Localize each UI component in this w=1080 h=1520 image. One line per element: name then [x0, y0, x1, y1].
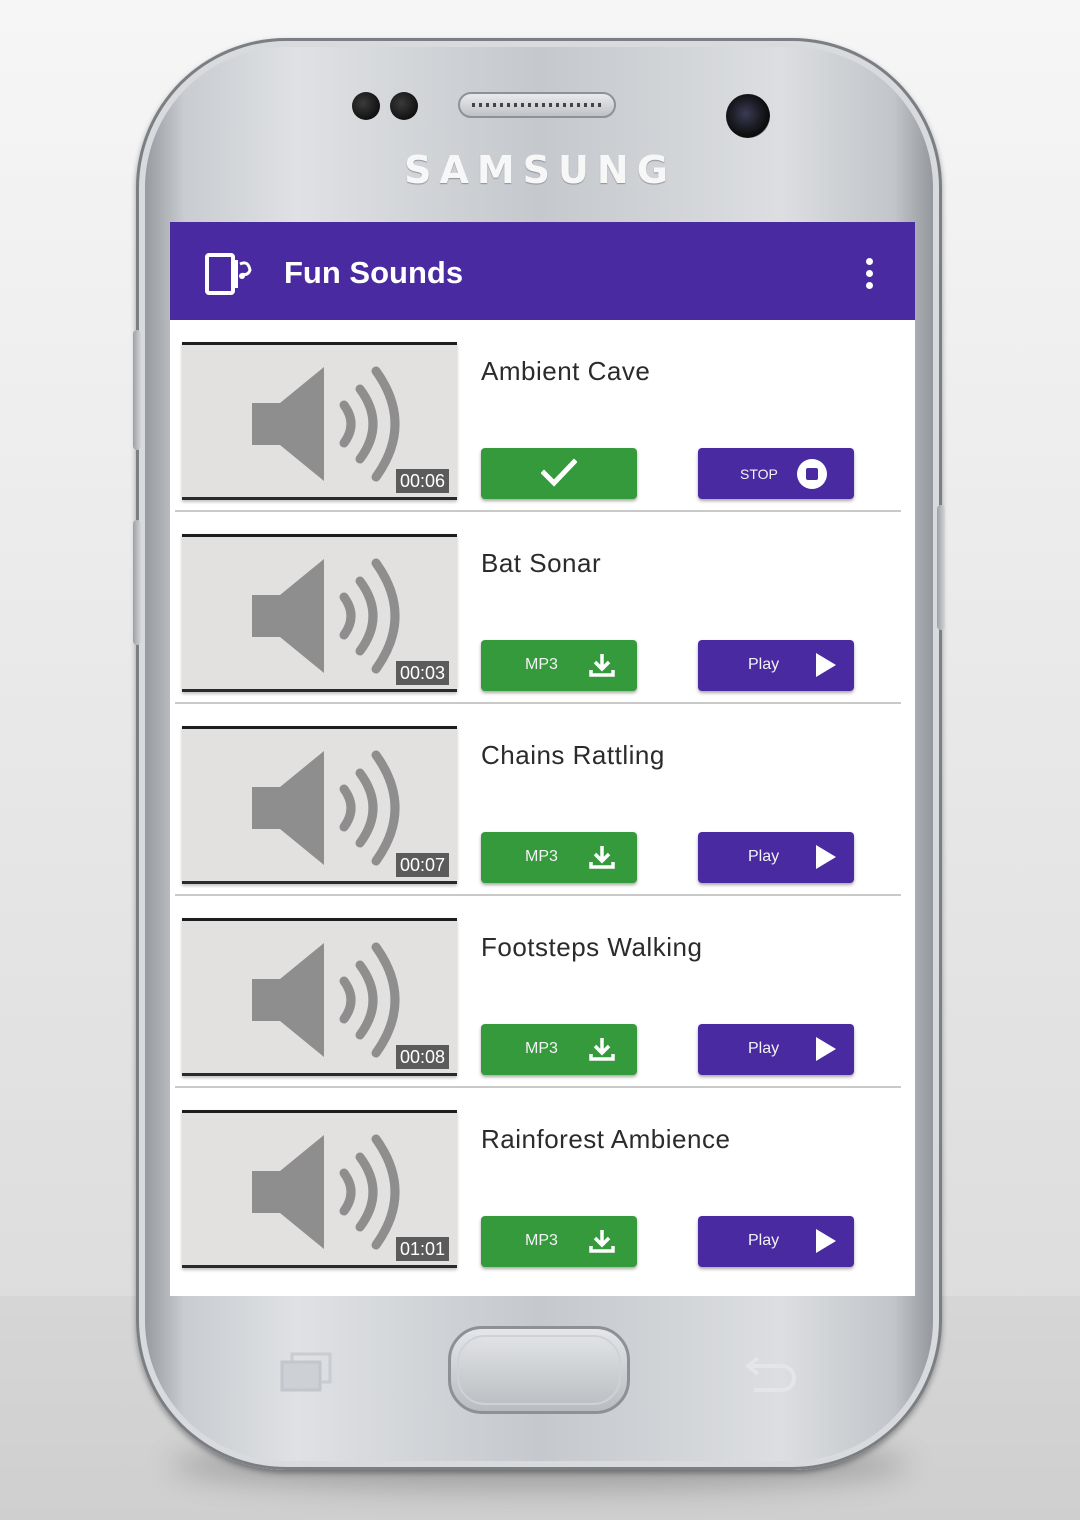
play-icon	[816, 653, 836, 677]
play-label: Play	[748, 1040, 780, 1057]
play-label: Play	[748, 848, 780, 865]
play-icon	[816, 1037, 836, 1061]
sound-title: Ambient Cave	[481, 356, 651, 386]
power-button[interactable]	[937, 505, 945, 630]
play-button[interactable]: Play	[698, 1216, 854, 1267]
play-label: Play	[748, 656, 780, 673]
download-icon	[589, 846, 615, 869]
download-icon	[589, 654, 615, 677]
download-icon	[589, 1038, 615, 1061]
play-label: Play	[748, 1232, 780, 1249]
phone-screen: Fun Sounds 00:06 Ambient Cave STOP 00:03…	[170, 222, 915, 1296]
speaker-icon	[252, 558, 400, 674]
duration-badge: 00:07	[395, 853, 449, 877]
duration-badge: 00:08	[395, 1045, 449, 1069]
speaker-icon	[252, 942, 400, 1058]
play-button[interactable]: Play	[698, 832, 854, 883]
mp3-download-button[interactable]: MP3	[481, 832, 637, 883]
sound-thumbnail[interactable]: 00:03	[182, 534, 457, 692]
mp3-download-button[interactable]: MP3	[481, 1024, 637, 1075]
checkmark-icon	[541, 458, 577, 487]
earpiece-speaker	[458, 92, 616, 118]
sound-thumbnail[interactable]: 01:01	[182, 1110, 457, 1268]
mp3-label: MP3	[525, 848, 558, 865]
brand-logo: SAMSUNG	[404, 148, 676, 192]
play-icon	[816, 845, 836, 869]
app-logo-icon	[205, 253, 252, 295]
mp3-label: MP3	[525, 656, 558, 673]
download-icon	[589, 1230, 615, 1253]
app-title: Fun Sounds	[284, 255, 464, 290]
front-camera	[726, 94, 770, 138]
sound-list: 00:06 Ambient Cave STOP 00:03 Bat Sonar …	[170, 320, 915, 1280]
list-item: 00:07 Chains Rattling MP3 Play	[170, 704, 915, 896]
overflow-menu-icon[interactable]	[862, 258, 876, 292]
sensor-dot	[390, 92, 418, 120]
sound-title: Rainforest Ambience	[481, 1124, 731, 1154]
sensor-dot	[352, 92, 380, 120]
sound-thumbnail[interactable]: 00:06	[182, 342, 457, 500]
sound-title: Footsteps Walking	[481, 932, 703, 962]
downloaded-button[interactable]	[481, 448, 637, 499]
stop-icon	[797, 459, 827, 489]
stop-button-label: STOP	[740, 466, 778, 482]
speaker-icon	[252, 1134, 400, 1250]
sound-title: Chains Rattling	[481, 740, 665, 770]
list-item: 00:03 Bat Sonar MP3 Play	[170, 512, 915, 704]
volume-button-lower[interactable]	[133, 520, 141, 645]
speaker-icon	[252, 366, 400, 482]
mp3-label: MP3	[525, 1232, 558, 1249]
mp3-download-button[interactable]: MP3	[481, 640, 637, 691]
recent-apps-icon[interactable]	[280, 1352, 332, 1392]
sound-thumbnail[interactable]: 00:08	[182, 918, 457, 1076]
list-item: 00:08 Footsteps Walking MP3 Play	[170, 896, 915, 1088]
list-item: 01:01 Rainforest Ambience MP3 Play	[170, 1088, 915, 1280]
play-button[interactable]: Play	[698, 1024, 854, 1075]
duration-badge: 00:03	[395, 661, 449, 685]
speaker-icon	[252, 750, 400, 866]
stop-button[interactable]: STOP	[698, 448, 854, 499]
volume-button[interactable]	[133, 330, 141, 450]
duration-badge: 01:01	[395, 1237, 449, 1261]
play-icon	[816, 1229, 836, 1253]
duration-badge: 00:06	[395, 469, 449, 493]
mp3-label: MP3	[525, 1040, 558, 1057]
play-button[interactable]: Play	[698, 640, 854, 691]
sound-title: Bat Sonar	[481, 548, 602, 578]
mp3-download-button[interactable]: MP3	[481, 1216, 637, 1267]
sound-thumbnail[interactable]: 00:07	[182, 726, 457, 884]
back-icon[interactable]	[742, 1350, 798, 1392]
home-button[interactable]	[448, 1326, 630, 1414]
list-item: 00:06 Ambient Cave STOP	[170, 320, 915, 512]
app-bar: Fun Sounds	[170, 222, 915, 320]
